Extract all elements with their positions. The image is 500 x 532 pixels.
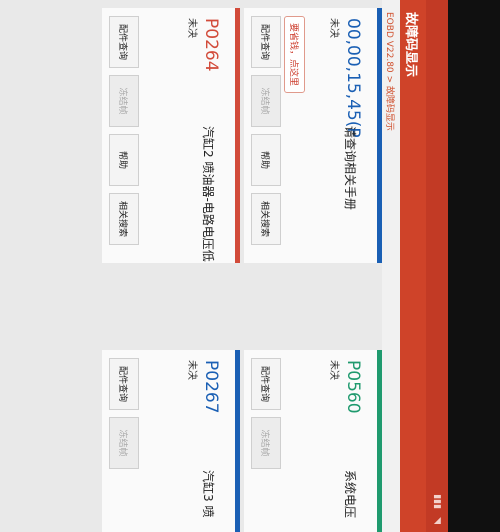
app-title-bar: 故障码显示 [400,0,426,532]
breadcrumb-text: EOBD V22.80 > 故障码显示 [384,12,395,131]
dtc-status: 未决 [328,18,339,38]
dtc-actions: 配件查询 冻结帧 帮助 相关搜索 [251,16,281,245]
battery-icon: ▮▮▮ [432,494,442,510]
help-button[interactable]: 帮助 [251,134,281,186]
freeze-frame-button[interactable]: 冻结帧 [109,417,139,469]
freeze-frame-button[interactable]: 冻结帧 [109,75,139,127]
app-screen: ▮▮▮ ◥ 故障码显示 EOBD V22.80 > 故障码显示 00,00,15… [0,0,448,532]
parts-query-button[interactable]: 配件查询 [251,16,281,68]
dtc-description: 请查询相关手册 [343,126,357,211]
dtc-actions: 配件查询 冻结帧 [109,358,139,469]
parts-query-button[interactable]: 配件查询 [109,358,139,410]
dtc-actions: 配件查询 冻结帧 帮助 相关搜索 [109,16,139,245]
dtc-card: P0560 未决 系统电压 配件查询 冻结帧 [244,350,382,532]
help-button[interactable]: 帮助 [109,134,139,186]
dtc-code: P0264 [201,18,221,72]
status-bar: ▮▮▮ ◥ [426,0,448,532]
dtc-description: 汽缸2 喷油器-电路电压低 [201,126,215,262]
related-search-button[interactable]: 相关搜索 [251,193,281,245]
parts-query-button[interactable]: 配件查询 [109,16,139,68]
signal-icon: ◥ [432,517,442,524]
dtc-code: P0267 [201,360,221,414]
dtc-card: P0264 未决 汽缸2 喷油器-电路电压低 配件查询 冻结帧 帮助 相关搜索 [102,8,240,263]
page-title: 故障码显示 [403,12,419,78]
related-search-button[interactable]: 相关搜索 [109,193,139,245]
dtc-card: P0267 未决 汽缸3 喷 配件查询 冻结帧 [102,350,240,532]
dtc-actions: 配件查询 冻结帧 [251,358,281,469]
breadcrumb[interactable]: EOBD V22.80 > 故障码显示 [382,0,400,532]
dtc-status: 未决 [328,360,339,380]
dtc-code: 00,00,15,45(P [343,18,363,138]
dtc-card: 00,00,15,45(P 未决 请查询相关手册 配件查询 冻结帧 帮助 相关搜… [244,8,382,263]
freeze-frame-button[interactable]: 冻结帧 [251,417,281,469]
save-money-tooltip[interactable]: 要省钱，点这里 [284,16,305,94]
dtc-description: 汽缸3 喷 [201,470,215,518]
dtc-status: 未决 [186,360,197,380]
freeze-frame-button[interactable]: 冻结帧 [251,75,281,127]
parts-query-button[interactable]: 配件查询 [251,358,281,410]
dtc-code: P0560 [343,360,363,414]
dtc-status: 未决 [186,18,197,38]
dtc-description: 系统电压 [343,470,357,519]
